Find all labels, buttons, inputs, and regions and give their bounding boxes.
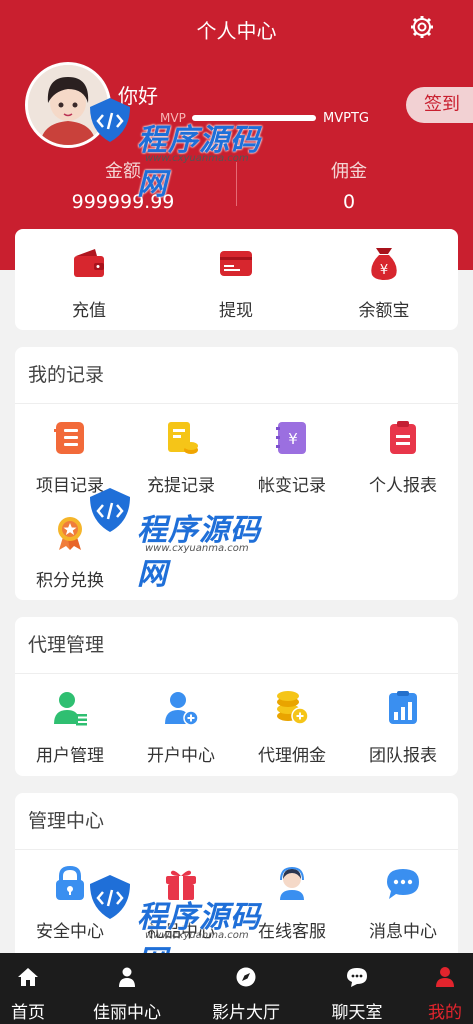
- svg-text:¥: ¥: [288, 430, 298, 448]
- points-exchange-label: 积分兑换: [36, 571, 104, 591]
- gear-icon[interactable]: [409, 14, 435, 40]
- bottom-nav: 首页 佳丽中心 影片大厅 聊天室 我的: [0, 953, 473, 1024]
- agent-title: 代理管理: [15, 617, 458, 674]
- ledger-icon: ¥: [276, 422, 306, 454]
- records-card: 我的记录 项目记录 充提记录 ¥ 帐变记录 个人报表 积分兑换: [15, 347, 458, 600]
- chat-bubble-icon: [387, 869, 419, 899]
- card-icon: [220, 251, 252, 276]
- add-user-icon: [165, 692, 199, 726]
- compass-icon: [236, 967, 256, 987]
- tab-video-hall-label: 影片大厅: [212, 1003, 280, 1023]
- avatar-image: [28, 65, 108, 145]
- commission-label: 佣金: [331, 161, 367, 182]
- coins-icon: [277, 691, 309, 725]
- avatar[interactable]: [25, 62, 111, 148]
- clipboard-icon: [390, 421, 416, 454]
- points-exchange-item[interactable]: 积分兑换: [15, 515, 125, 591]
- ledger-records-item[interactable]: ¥ 帐变记录: [237, 420, 347, 496]
- user-manage-icon: [54, 692, 87, 726]
- user-manage-item[interactable]: 用户管理: [15, 690, 125, 766]
- balance-value: 999999.99: [71, 191, 175, 213]
- list-icon: [54, 422, 84, 454]
- deposit-records-label: 充提记录: [147, 476, 215, 496]
- project-records-label: 项目记录: [36, 476, 104, 496]
- headset-icon: [280, 866, 304, 900]
- tab-beauty-center[interactable]: 佳丽中心: [84, 953, 170, 1024]
- user-icon: [436, 967, 454, 987]
- personal-report-label: 个人报表: [369, 476, 437, 496]
- tab-beauty-center-label: 佳丽中心: [93, 1003, 161, 1023]
- customer-service-label: 在线客服: [258, 922, 326, 942]
- withdraw-item[interactable]: 提现: [181, 245, 291, 321]
- greeting: 你好: [118, 84, 158, 108]
- tab-video-hall[interactable]: 影片大厅: [203, 953, 289, 1024]
- personal-report-item[interactable]: 个人报表: [348, 420, 458, 496]
- withdraw-label: 提现: [219, 301, 253, 321]
- yuebao-label: 余额宝: [358, 301, 410, 321]
- medal-icon: [58, 517, 82, 550]
- user-manage-label: 用户管理: [36, 746, 104, 766]
- mvp-progress-bar: [192, 115, 316, 121]
- commission-stat[interactable]: 佣金 0: [269, 157, 429, 213]
- account-open-label: 开户中心: [147, 746, 215, 766]
- lock-icon: [56, 865, 84, 900]
- chart-report-icon: [389, 691, 417, 724]
- balance-label: 金额: [105, 161, 141, 182]
- tab-chat-room[interactable]: 聊天室: [322, 953, 392, 1024]
- wallet-card: 充值 提现 ¥ 余额宝: [15, 229, 458, 330]
- team-report-label: 团队报表: [369, 746, 437, 766]
- home-icon: [18, 968, 38, 986]
- message-center-item[interactable]: 消息中心: [348, 866, 458, 942]
- gift-center-label: 礼品中心: [147, 922, 215, 942]
- manage-title: 管理中心: [15, 793, 458, 850]
- balance-stat[interactable]: 金额 999999.99: [43, 157, 203, 213]
- security-center-label: 安全中心: [36, 922, 104, 942]
- tab-home[interactable]: 首页: [0, 953, 56, 1024]
- person-icon: [119, 967, 135, 987]
- ledger-records-label: 帐变记录: [258, 476, 326, 496]
- tab-mine[interactable]: 我的: [420, 953, 470, 1024]
- agent-commission-label: 代理佣金: [258, 746, 326, 766]
- tab-mine-label: 我的: [428, 1003, 462, 1023]
- gift-icon: [166, 870, 196, 900]
- customer-service-item[interactable]: 在线客服: [237, 866, 347, 942]
- manage-card: 管理中心 安全中心 礼品中心 在线客服 消息中心: [15, 793, 458, 963]
- receipt-icon: [168, 422, 198, 454]
- yuebao-item[interactable]: ¥ 余额宝: [329, 245, 439, 321]
- wallet-icon: [74, 249, 104, 277]
- signin-button[interactable]: 签到: [406, 87, 473, 123]
- agent-card: 代理管理 用户管理 开户中心 代理佣金 团队报表: [15, 617, 458, 776]
- gift-center-item[interactable]: 礼品中心: [126, 866, 236, 942]
- project-records-item[interactable]: 项目记录: [15, 420, 125, 496]
- message-center-label: 消息中心: [369, 922, 437, 942]
- money-bag-icon: ¥: [371, 248, 397, 280]
- records-title: 我的记录: [15, 347, 458, 404]
- mvp-level-label: MVP: [160, 111, 186, 125]
- team-report-item[interactable]: 团队报表: [348, 690, 458, 766]
- chat-icon: [347, 968, 367, 987]
- stat-divider: [236, 162, 237, 206]
- mvp-next-level-label: MVPTG: [323, 111, 369, 126]
- page-title: 个人中心: [196, 19, 277, 43]
- deposit-records-item[interactable]: 充提记录: [126, 420, 236, 496]
- agent-commission-item[interactable]: 代理佣金: [237, 690, 347, 766]
- tab-chat-room-label: 聊天室: [331, 1003, 383, 1023]
- tab-home-label: 首页: [11, 1003, 45, 1023]
- security-center-item[interactable]: 安全中心: [15, 865, 125, 942]
- svg-text:¥: ¥: [380, 263, 388, 278]
- recharge-item[interactable]: 充值: [34, 245, 144, 321]
- recharge-label: 充值: [72, 301, 106, 321]
- commission-value: 0: [342, 191, 356, 213]
- account-open-item[interactable]: 开户中心: [126, 690, 236, 766]
